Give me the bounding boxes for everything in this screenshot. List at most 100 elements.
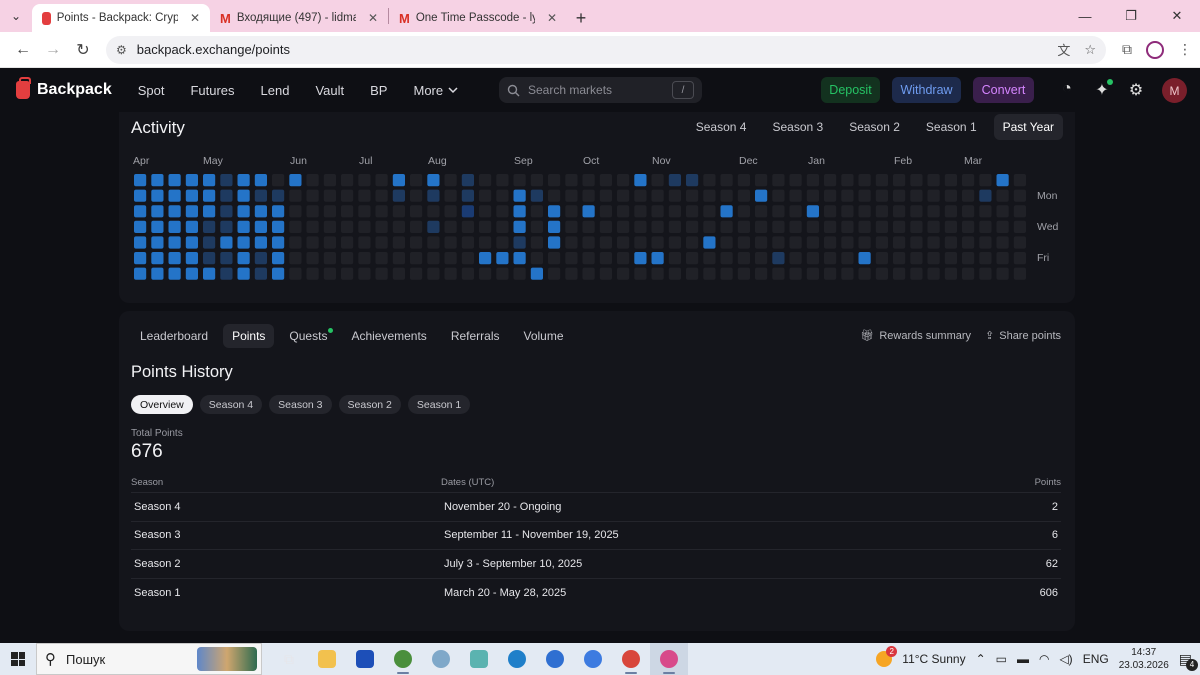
heatmap-cell[interactable]: [392, 189, 405, 202]
heatmap-cell[interactable]: [323, 220, 336, 233]
close-tab-icon[interactable]: ✕: [547, 11, 557, 25]
heatmap-cell[interactable]: [686, 220, 699, 233]
heatmap-cell[interactable]: [134, 220, 147, 233]
app-icon-feather[interactable]: [422, 643, 460, 675]
browser-tab-gmail-inbox[interactable]: M Входящие (497) - lidmanager10 ✕: [210, 4, 388, 32]
heatmap-cell[interactable]: [565, 205, 578, 218]
heatmap-cell[interactable]: [703, 205, 716, 218]
heatmap-cell[interactable]: [203, 189, 216, 202]
volume-icon[interactable]: ◁): [1059, 652, 1072, 666]
chip-season-4[interactable]: Season 4: [199, 395, 263, 414]
heatmap-cell[interactable]: [617, 267, 630, 280]
heatmap-cell[interactable]: [323, 252, 336, 265]
heatmap-cell[interactable]: [306, 220, 319, 233]
heatmap-cell[interactable]: [289, 236, 302, 249]
heatmap-cell[interactable]: [375, 174, 388, 187]
heatmap-cell[interactable]: [841, 236, 854, 249]
heatmap-cell[interactable]: [927, 236, 940, 249]
heatmap-cell[interactable]: [599, 267, 612, 280]
heatmap-cell[interactable]: [755, 189, 768, 202]
heatmap-cell[interactable]: [824, 205, 837, 218]
heatmap-cell[interactable]: [841, 252, 854, 265]
battery-icon[interactable]: ▬: [1017, 652, 1029, 666]
heatmap-cell[interactable]: [686, 267, 699, 280]
heatmap-cell[interactable]: [772, 252, 785, 265]
heatmap-cell[interactable]: [168, 252, 181, 265]
heatmap-cell[interactable]: [893, 252, 906, 265]
heatmap-cell[interactable]: [237, 236, 250, 249]
heatmap-cell[interactable]: [910, 220, 923, 233]
heatmap-cell[interactable]: [720, 205, 733, 218]
heatmap-cell[interactable]: [599, 189, 612, 202]
heatmap-cell[interactable]: [272, 189, 285, 202]
heatmap-cell[interactable]: [151, 267, 164, 280]
heatmap-cell[interactable]: [375, 205, 388, 218]
heatmap-cell[interactable]: [686, 189, 699, 202]
start-button[interactable]: [0, 643, 36, 675]
heatmap-cell[interactable]: [875, 205, 888, 218]
heatmap-cell[interactable]: [530, 220, 543, 233]
heatmap-cell[interactable]: [134, 252, 147, 265]
chip-season-3[interactable]: Season 3: [269, 395, 332, 414]
heatmap-cell[interactable]: [203, 220, 216, 233]
rewards-summary-button[interactable]: 🎁︎ Rewards summary: [860, 329, 971, 342]
heatmap-cell[interactable]: [548, 189, 561, 202]
heatmap-cell[interactable]: [634, 220, 647, 233]
heatmap-cell[interactable]: [565, 236, 578, 249]
nav-link-vault[interactable]: Vault: [315, 83, 344, 98]
heatmap-cell[interactable]: [910, 236, 923, 249]
translate-icon[interactable]: 文: [1057, 40, 1070, 59]
heatmap-cell[interactable]: [220, 189, 233, 202]
heatmap-cell[interactable]: [565, 174, 578, 187]
withdraw-button[interactable]: Withdraw: [892, 77, 961, 103]
heatmap-cell[interactable]: [824, 220, 837, 233]
heatmap-cell[interactable]: [479, 236, 492, 249]
heatmap-cell[interactable]: [875, 189, 888, 202]
heatmap-cell[interactable]: [237, 267, 250, 280]
heatmap-cell[interactable]: [134, 174, 147, 187]
heatmap-cell[interactable]: [375, 220, 388, 233]
heatmap-cell[interactable]: [617, 189, 630, 202]
heatmap-cell[interactable]: [289, 220, 302, 233]
heatmap-cell[interactable]: [220, 220, 233, 233]
heatmap-cell[interactable]: [1013, 252, 1026, 265]
close-tab-icon[interactable]: ✕: [368, 11, 378, 25]
heatmap-cell[interactable]: [220, 174, 233, 187]
heatmap-cell[interactable]: [944, 205, 957, 218]
heatmap-cell[interactable]: [737, 205, 750, 218]
heatmap-cell[interactable]: [599, 252, 612, 265]
heatmap-cell[interactable]: [410, 174, 423, 187]
heatmap-cell[interactable]: [185, 189, 198, 202]
portfolio-pie-icon[interactable]: ◔: [1057, 80, 1077, 98]
chrome-icon-2[interactable]: [574, 643, 612, 675]
heatmap-cell[interactable]: [341, 236, 354, 249]
heatmap-cell[interactable]: [962, 189, 975, 202]
heatmap-cell[interactable]: [134, 267, 147, 280]
heatmap-cell[interactable]: [858, 252, 871, 265]
heatmap-cell[interactable]: [168, 267, 181, 280]
tab-past-year[interactable]: Past Year: [993, 114, 1063, 140]
heatmap-cell[interactable]: [824, 174, 837, 187]
heatmap-cell[interactable]: [203, 267, 216, 280]
heatmap-cell[interactable]: [427, 267, 440, 280]
heatmap-cell[interactable]: [755, 205, 768, 218]
heatmap-cell[interactable]: [461, 220, 474, 233]
heatmap-cell[interactable]: [444, 236, 457, 249]
heatmap-cell[interactable]: [375, 236, 388, 249]
heatmap-cell[interactable]: [237, 174, 250, 187]
heatmap-cell[interactable]: [306, 205, 319, 218]
heatmap-cell[interactable]: [962, 220, 975, 233]
heatmap-cell[interactable]: [806, 205, 819, 218]
heatmap-cell[interactable]: [289, 267, 302, 280]
heatmap-cell[interactable]: [858, 267, 871, 280]
heatmap-cell[interactable]: [272, 220, 285, 233]
heatmap-cell[interactable]: [617, 205, 630, 218]
search-markets-input[interactable]: Search markets /: [499, 77, 702, 103]
heatmap-cell[interactable]: [496, 252, 509, 265]
avatar[interactable]: M: [1162, 78, 1187, 103]
nav-link-lend[interactable]: Lend: [261, 83, 290, 98]
heatmap-cell[interactable]: [237, 220, 250, 233]
minimize-icon[interactable]: —: [1062, 9, 1108, 24]
browser-menu-icon[interactable]: ⋮: [1178, 41, 1192, 58]
chrome-profile-icon[interactable]: [384, 643, 422, 675]
